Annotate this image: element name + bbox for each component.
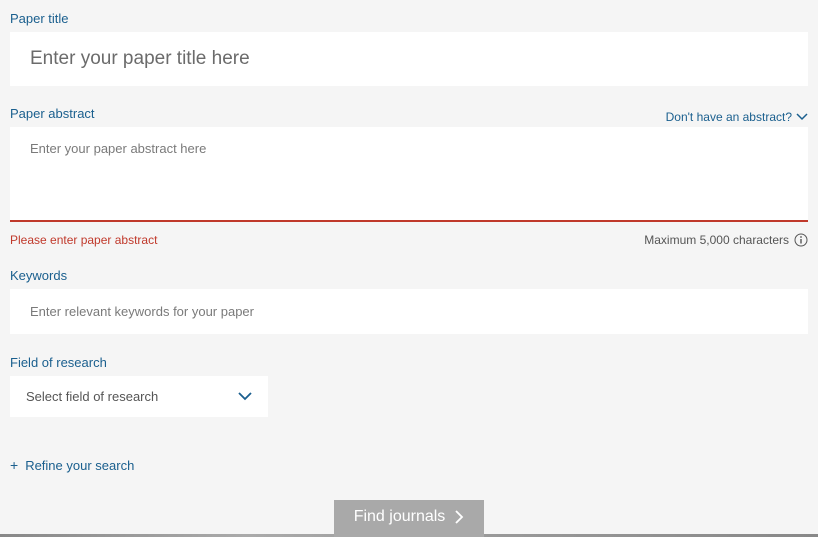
chevron-down-icon: [796, 113, 808, 121]
find-journals-label: Find journals: [354, 508, 446, 526]
paper-abstract-input[interactable]: [10, 127, 808, 222]
find-journals-button[interactable]: Find journals: [334, 500, 485, 537]
chevron-down-icon: [238, 392, 252, 401]
info-icon[interactable]: [794, 233, 808, 247]
abstract-error-text: Please enter paper abstract: [10, 233, 157, 247]
no-abstract-text: Don't have an abstract?: [666, 110, 792, 124]
refine-search-text: Refine your search: [25, 458, 134, 473]
abstract-max-chars: Maximum 5,000 characters: [644, 233, 808, 247]
paper-title-label: Paper title: [10, 11, 69, 26]
keywords-label: Keywords: [10, 268, 67, 283]
plus-icon: +: [10, 457, 18, 473]
field-of-research-select[interactable]: Select field of research: [10, 376, 268, 417]
max-chars-text: Maximum 5,000 characters: [644, 233, 789, 247]
refine-search-link[interactable]: + Refine your search: [10, 457, 134, 473]
paper-abstract-label: Paper abstract: [10, 106, 95, 121]
no-abstract-link[interactable]: Don't have an abstract?: [666, 110, 808, 124]
chevron-right-icon: [455, 510, 464, 524]
keywords-input[interactable]: [10, 289, 808, 334]
paper-title-input[interactable]: [10, 32, 808, 86]
field-of-research-label: Field of research: [10, 355, 107, 370]
field-of-research-placeholder: Select field of research: [26, 389, 158, 404]
